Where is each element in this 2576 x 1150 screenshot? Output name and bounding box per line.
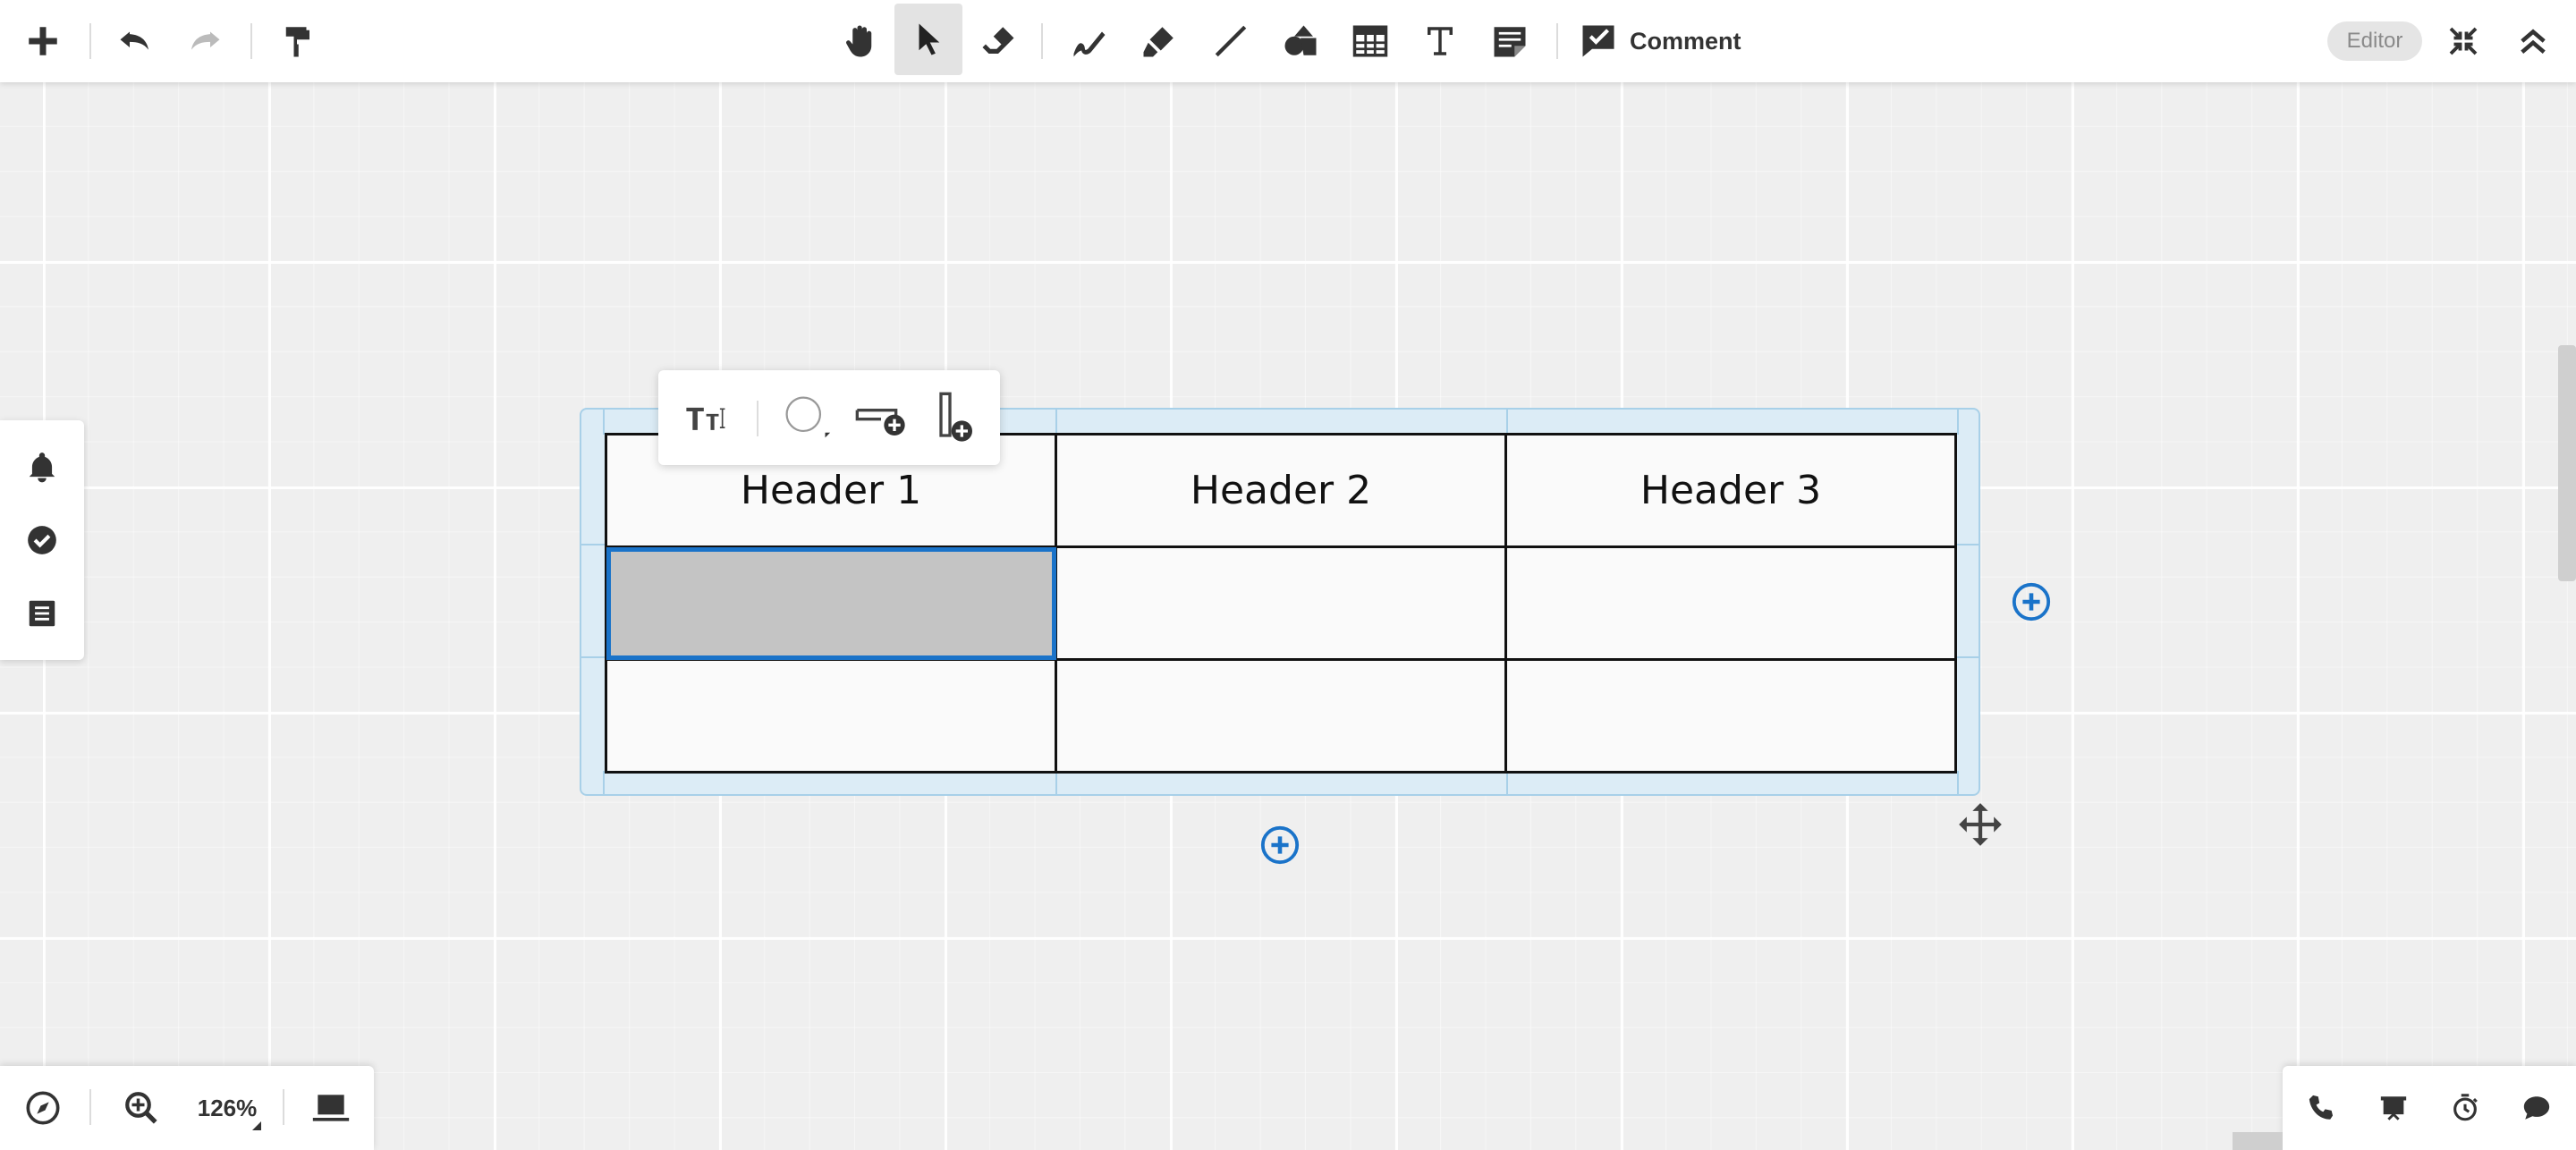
- collapse-toolbar-button[interactable]: [2499, 0, 2567, 82]
- table-tool-button[interactable]: [1336, 0, 1404, 82]
- present-icon: [2380, 1096, 2407, 1120]
- highlighter-tool-button[interactable]: [1125, 0, 1193, 82]
- hand-tool-button[interactable]: [826, 0, 894, 82]
- table-row: [605, 545, 1957, 661]
- pen-tool-button[interactable]: [1055, 0, 1123, 82]
- table-cell[interactable]: [1055, 545, 1507, 661]
- zoom-level: 126%: [197, 1094, 258, 1121]
- table-row: [605, 658, 1957, 774]
- timer-icon: [2453, 1094, 2478, 1121]
- hand-icon: [846, 25, 872, 57]
- comment-button[interactable]: Comment: [1574, 0, 1762, 82]
- format-painter-icon: [285, 27, 309, 57]
- move-icon[interactable]: [1957, 801, 2004, 848]
- outline-button[interactable]: [0, 578, 84, 649]
- comment-label: Comment: [1630, 27, 1741, 55]
- table-cell[interactable]: [1504, 658, 1957, 774]
- add-row-icon: [855, 409, 905, 435]
- zoom-level-dropdown[interactable]: 126%: [184, 1066, 270, 1150]
- dropdown-corner-icon: [252, 1121, 261, 1130]
- sticky-note-icon: [1494, 27, 1526, 57]
- eraser-tool-button[interactable]: [964, 0, 1032, 82]
- table-cell[interactable]: [1504, 545, 1957, 661]
- fit-screen-button[interactable]: [2429, 0, 2497, 82]
- table-header-cell[interactable]: Header 3: [1504, 433, 1957, 548]
- chat-button[interactable]: [2501, 1066, 2572, 1150]
- table-header-cell[interactable]: Header 2: [1055, 433, 1507, 548]
- zoom-in-icon: [125, 1092, 157, 1124]
- redo-button[interactable]: [170, 0, 238, 82]
- timer-button[interactable]: [2429, 1066, 2501, 1150]
- shapes-icon: [1284, 25, 1317, 55]
- tasks-button[interactable]: [0, 504, 84, 576]
- table-cell[interactable]: [605, 658, 1057, 774]
- undo-icon: [120, 31, 148, 50]
- pointer-icon: [919, 23, 940, 55]
- add-row-button[interactable]: [850, 386, 912, 449]
- text-format-icon: [686, 407, 725, 430]
- compass-icon: [26, 1091, 60, 1125]
- pointer-tool-button[interactable]: [894, 4, 962, 75]
- data-table[interactable]: Header 1 Header 2 Header 3: [605, 433, 1957, 774]
- redo-icon: [191, 31, 220, 50]
- cell-toolbar: [658, 370, 1000, 465]
- text-icon: [1428, 27, 1453, 55]
- editor-badge[interactable]: Editor: [2327, 21, 2422, 61]
- navigator-button[interactable]: [9, 1066, 77, 1150]
- call-button[interactable]: [2286, 1066, 2358, 1150]
- table-cell-selected[interactable]: [605, 545, 1057, 661]
- presentation-button[interactable]: [2358, 1066, 2429, 1150]
- table-cell[interactable]: [1055, 658, 1507, 774]
- undo-button[interactable]: [102, 0, 170, 82]
- fill-color-icon: [785, 396, 831, 438]
- highlighter-icon: [1143, 27, 1174, 57]
- horizontal-scrollbar[interactable]: [2233, 1132, 2283, 1150]
- format-painter-button[interactable]: [263, 0, 331, 82]
- bottom-left-bar: 126%: [0, 1066, 374, 1150]
- pen-icon: [1073, 31, 1106, 57]
- list-icon: [29, 600, 55, 627]
- phone-icon: [2309, 1095, 2334, 1120]
- fill-color-button[interactable]: [778, 386, 835, 449]
- eraser-icon: [982, 27, 1014, 54]
- shapes-tool-button[interactable]: [1267, 0, 1335, 82]
- line-tool-button[interactable]: [1197, 0, 1265, 82]
- sticky-note-tool-button[interactable]: [1476, 0, 1544, 82]
- text-format-button[interactable]: [674, 386, 741, 449]
- notifications-button[interactable]: [0, 431, 84, 503]
- line-icon: [1215, 25, 1247, 57]
- laptop-icon: [312, 1095, 350, 1121]
- present-mode-button[interactable]: [295, 1066, 367, 1150]
- add-button[interactable]: [9, 0, 77, 82]
- zoom-button[interactable]: [107, 1066, 175, 1150]
- top-toolbar: Comment Editor: [0, 0, 2576, 82]
- bell-icon: [29, 452, 55, 483]
- table-icon: [1352, 25, 1388, 57]
- add-icon: [29, 27, 57, 55]
- add-column-button[interactable]: [923, 386, 986, 449]
- add-row-circle-icon[interactable]: [1259, 824, 1301, 866]
- fit-screen-icon: [2449, 27, 2478, 55]
- check-circle-icon: [28, 526, 56, 554]
- comment-icon: [1582, 25, 1614, 57]
- collapse-icon: [2521, 29, 2546, 54]
- vertical-scrollbar[interactable]: [2558, 345, 2576, 581]
- add-column-icon: [939, 392, 972, 442]
- left-side-panel: [0, 420, 84, 660]
- chat-icon: [2523, 1096, 2550, 1120]
- add-column-circle-icon[interactable]: [2011, 581, 2052, 622]
- bottom-right-bar: [2283, 1066, 2576, 1150]
- text-tool-button[interactable]: [1406, 0, 1474, 82]
